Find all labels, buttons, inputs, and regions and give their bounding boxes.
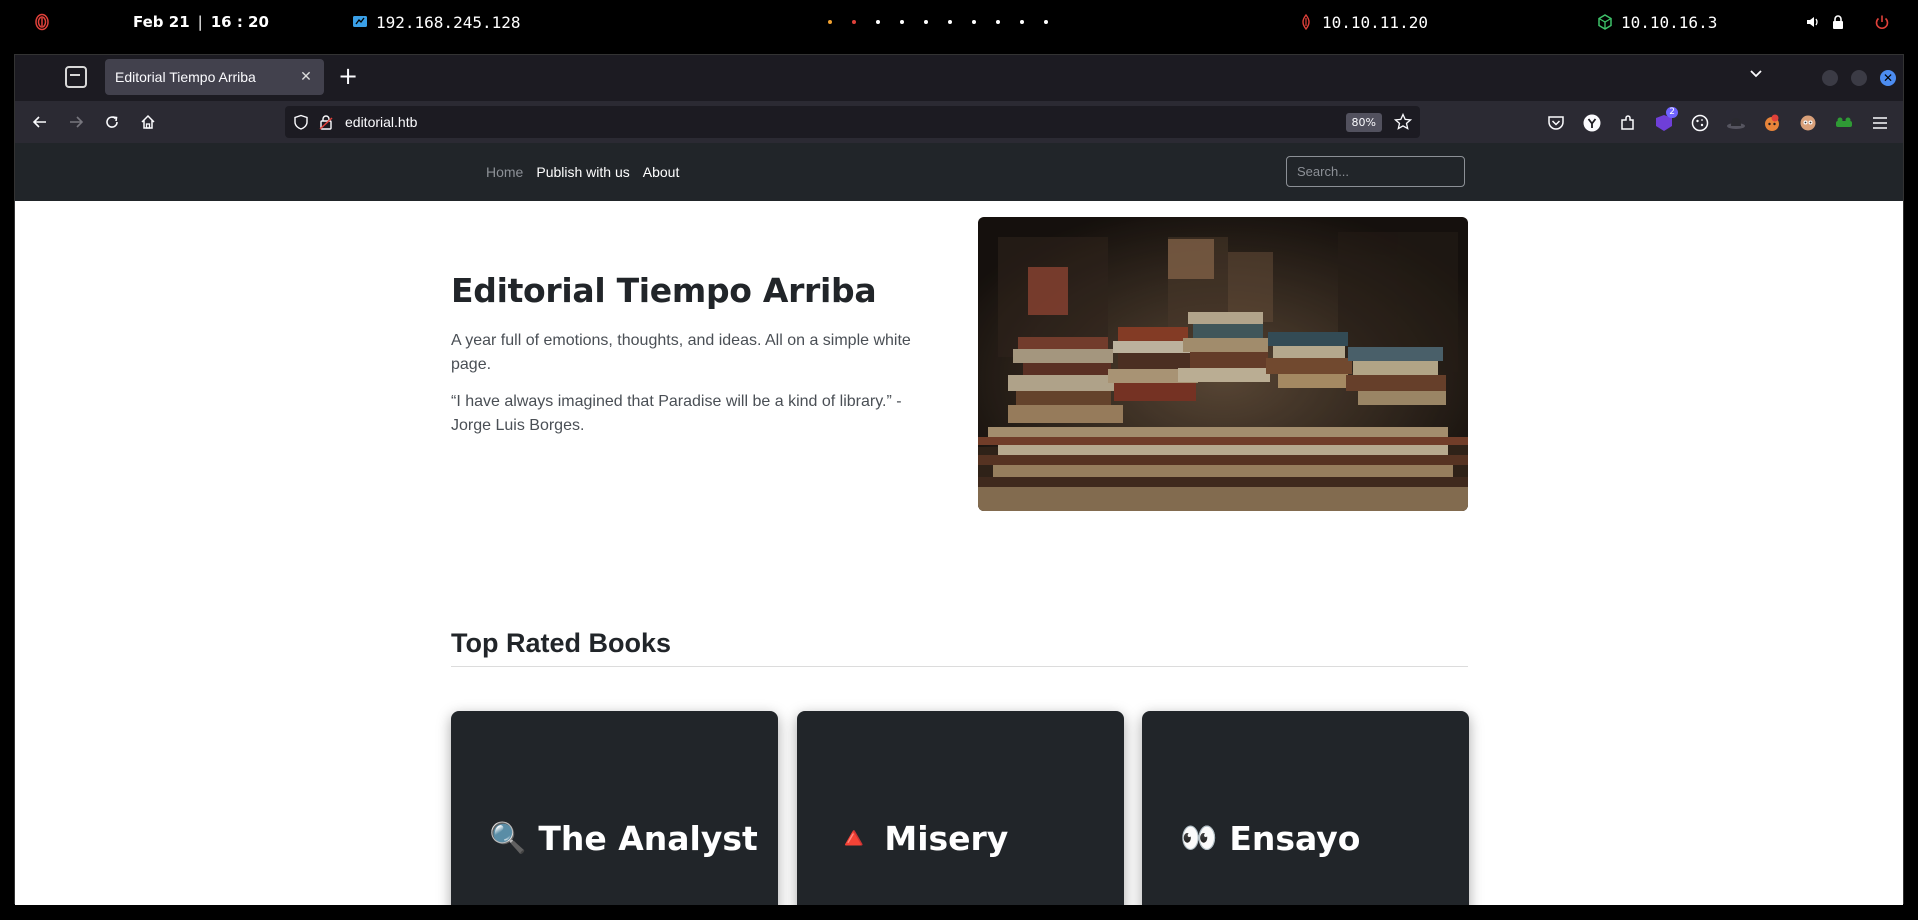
menu-launcher[interactable] (34, 0, 50, 44)
minimize-button[interactable] (1822, 70, 1838, 86)
book-title: 🔍 The Analyst (489, 819, 758, 858)
magnifier-icon: 🔍 (489, 821, 527, 856)
workspace-dot[interactable] (938, 20, 962, 24)
eyes-icon: 👀 (1180, 821, 1218, 856)
reload-icon (106, 116, 118, 128)
book-card[interactable]: 🔍 The Analyst (451, 711, 778, 905)
wappalyzer-icon[interactable]: 2 (1653, 107, 1678, 134)
web-page: Home Publish with us About Editorial Tie… (15, 143, 1903, 905)
hamburger-menu-icon[interactable] (1869, 112, 1891, 134)
book-title: 🔺 Misery (835, 819, 1008, 858)
shield-icon[interactable] (293, 114, 309, 130)
target-icon (1302, 14, 1310, 30)
bookmark-star-icon[interactable] (1394, 113, 1412, 131)
cube-icon (1598, 14, 1612, 30)
vm-ip-text: 192.168.245.128 (376, 12, 521, 32)
insecure-lock-icon[interactable] (319, 114, 333, 130)
lock-control[interactable] (1830, 0, 1846, 44)
power-control[interactable] (1874, 0, 1890, 44)
browser-window: Editorial Tiempo Arriba ✕ + ✕ editorial.… (14, 54, 1904, 905)
forward-arrow-icon (70, 116, 84, 128)
back-button[interactable] (27, 109, 53, 135)
red-triangle-icon: 🔺 (835, 821, 873, 856)
section-divider (451, 666, 1468, 667)
monitor-icon (353, 16, 367, 27)
home-icon (141, 114, 155, 129)
site-nav-links: Home Publish with us About (486, 143, 679, 201)
target-ip-text: 10.10.11.20 (1322, 12, 1428, 32)
book-title-text: The Analyst (538, 819, 758, 858)
bookshelf-illustration (978, 217, 1468, 511)
book-title: 👀 Ensayo (1180, 819, 1360, 858)
workspace-dot[interactable] (1034, 20, 1058, 24)
pocket-icon[interactable] (1545, 112, 1567, 134)
workspace-dot[interactable] (866, 20, 890, 24)
navigation-toolbar: editorial.htb 80% 2 (15, 101, 1903, 143)
workspace-dot[interactable] (1010, 20, 1034, 24)
tab-close-icon[interactable]: ✕ (298, 69, 314, 85)
book-card[interactable]: 🔺 Misery (797, 711, 1124, 905)
vpn-ip-text: 10.10.16.3 (1621, 12, 1718, 32)
nav-link-home[interactable]: Home (486, 164, 523, 180)
system-top-bar: Feb 21 | 16 : 20 192.168.245.128 10.10.1… (0, 0, 1918, 44)
extensions-puzzle-icon[interactable] (1617, 112, 1639, 134)
clock-time: 16 : 20 (210, 13, 269, 31)
nav-link-publish[interactable]: Publish with us (536, 164, 629, 180)
reload-button[interactable] (99, 109, 125, 135)
bookshelf-image (978, 217, 1468, 511)
clock-date: Feb 21 (133, 13, 190, 31)
clock: Feb 21 | 16 : 20 (133, 0, 269, 44)
cookie-editor-icon[interactable] (1689, 112, 1711, 134)
hat-extension-icon[interactable] (1725, 112, 1747, 134)
hero-tagline: A year full of emotions, thoughts, and i… (451, 332, 911, 373)
book-card[interactable]: 👀 Ensayo (1142, 711, 1469, 905)
workspace-dot[interactable] (986, 20, 1010, 24)
power-icon[interactable] (1874, 14, 1890, 30)
target-ip-indicator: 10.10.11.20 (1298, 0, 1428, 44)
hero-title: Editorial Tiempo Arriba (451, 271, 877, 310)
tab-bar: Editorial Tiempo Arriba ✕ + ✕ (15, 55, 1903, 101)
user-agent-switcher-icon[interactable] (1797, 112, 1819, 134)
top-rated-heading: Top Rated Books (451, 628, 672, 658)
workspace-dot[interactable] (890, 20, 914, 24)
list-all-tabs-icon[interactable] (1749, 67, 1763, 81)
tab-title: Editorial Tiempo Arriba (115, 69, 256, 85)
foxyproxy-icon[interactable] (1761, 112, 1783, 134)
lock-icon[interactable] (1830, 14, 1846, 30)
nav-link-about[interactable]: About (643, 164, 680, 180)
book-title-text: Ensayo (1229, 819, 1361, 858)
workspace-indicators[interactable] (818, 0, 1058, 44)
vpn-ip-indicator: 10.10.16.3 (1597, 0, 1717, 44)
url-bar[interactable]: editorial.htb 80% (285, 106, 1420, 138)
workspace-dot[interactable] (962, 20, 986, 24)
tab-active[interactable]: Editorial Tiempo Arriba ✕ (105, 59, 324, 95)
extension-toolbar: 2 (1545, 107, 1891, 134)
back-arrow-icon (32, 116, 46, 128)
workspace-dot[interactable] (818, 20, 842, 24)
speaker-icon[interactable] (1805, 14, 1821, 30)
search-input[interactable] (1286, 156, 1465, 187)
workspace-dot[interactable] (842, 20, 866, 24)
workspace-dot[interactable] (914, 20, 938, 24)
hack-tools-icon[interactable] (1833, 112, 1855, 134)
close-window-button[interactable]: ✕ (1880, 70, 1896, 86)
extension-count-badge: 2 (1666, 107, 1678, 118)
hero-quote: “I have always imagined that Paradise wi… (451, 393, 902, 434)
maximize-button[interactable] (1851, 70, 1867, 86)
vm-ip-indicator: 192.168.245.128 (352, 0, 521, 44)
fingerprint-icon[interactable] (34, 13, 50, 31)
yoroi-extension-icon[interactable] (1581, 112, 1603, 134)
volume-control[interactable] (1805, 0, 1821, 44)
book-title-text: Misery (884, 819, 1009, 858)
url-text[interactable]: editorial.htb (345, 114, 1346, 130)
firefox-view-icon[interactable] (65, 66, 87, 88)
clock-separator: | (197, 13, 203, 31)
new-tab-button[interactable]: + (338, 64, 358, 88)
home-button[interactable] (135, 109, 161, 135)
zoom-level-badge[interactable]: 80% (1345, 112, 1382, 132)
forward-button[interactable] (63, 109, 89, 135)
site-navbar: Home Publish with us About (15, 143, 1903, 201)
